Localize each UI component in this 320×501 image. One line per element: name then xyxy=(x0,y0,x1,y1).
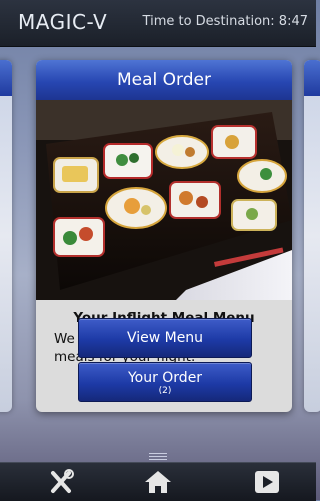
eta-value: 8:47 xyxy=(278,14,308,29)
dish xyxy=(53,157,99,193)
time-to-destination: Time to Destination: 8:47 xyxy=(143,14,308,29)
status-bar: MAGIC-V Time to Destination: 8:47 xyxy=(0,0,316,47)
eta-label: Time to Destination: xyxy=(142,14,275,29)
card-title: Meal Order xyxy=(36,60,292,100)
tools-icon[interactable] xyxy=(47,469,75,495)
meal-photo xyxy=(36,100,292,300)
view-menu-label: View Menu xyxy=(126,330,204,346)
your-order-button[interactable]: Your Order (2) xyxy=(78,362,252,402)
drawer-handle[interactable] xyxy=(149,453,167,460)
your-order-label: Your Order xyxy=(127,370,203,386)
next-card[interactable] xyxy=(304,60,320,412)
order-count: (2) xyxy=(158,386,172,396)
home-icon[interactable] xyxy=(144,469,172,495)
bottom-nav-bar xyxy=(0,462,316,501)
previous-card[interactable] xyxy=(0,60,12,412)
play-icon[interactable] xyxy=(253,469,281,495)
meal-order-card: Meal Order We meals View Menu Your Order… xyxy=(36,60,292,412)
meal-image xyxy=(36,100,292,300)
app-logo: MAGIC-V xyxy=(18,10,108,34)
view-menu-button[interactable]: View Menu xyxy=(78,318,252,358)
